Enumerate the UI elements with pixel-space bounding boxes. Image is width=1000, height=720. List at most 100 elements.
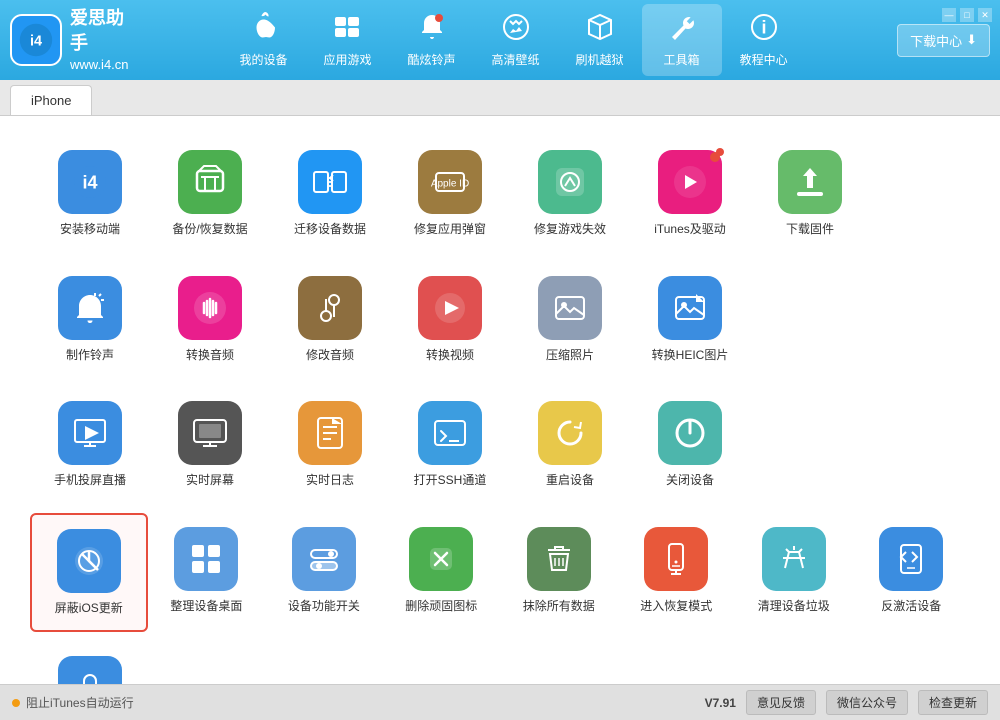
tool-wipe-all-data[interactable]: 抹除所有数据 [500,513,617,633]
tool-convert-video[interactable]: 转换视频 [390,262,510,378]
tool-row-3: 手机投屏直播 实时屏幕 实时日志 打开SSH通道 [30,387,970,503]
feedback-button[interactable]: 意见反馈 [746,690,816,715]
apple-icon [248,12,278,49]
nav-jailbreak[interactable]: 刷机越狱 [558,4,642,76]
logo: i4 爱思助手 www.i4.cn [10,6,140,75]
tool-download-fw[interactable]: 下载固件 [750,136,870,252]
tool-make-ringtone[interactable]: 制作铃声 [30,262,150,378]
access-limit-icon [58,656,122,684]
tool-compress-photo[interactable]: 压缩照片 [510,262,630,378]
tab-iphone[interactable]: iPhone [10,85,92,115]
deactivate-icon [879,527,943,591]
nav-ringtones[interactable]: 酷炫铃声 [390,4,474,76]
nav-wallpaper[interactable]: 高清壁纸 [474,4,558,76]
status-dot [12,699,20,707]
tool-real-screen[interactable]: 实时屏幕 [150,387,270,503]
convert-audio-icon [178,276,242,340]
tool-shutdown-device[interactable]: 关闭设备 [630,387,750,503]
wipe-all-data-icon [527,527,591,591]
organize-desktop-icon [174,527,238,591]
tool-organize-desktop[interactable]: 整理设备桌面 [148,513,265,633]
logo-text: 爱思助手 www.i4.cn [70,6,140,75]
info-icon: i [749,12,779,49]
compress-photo-icon [538,276,602,340]
footer-status-text: 阻止iTunes自动运行 [26,694,134,711]
fix-popup-icon: Apple ID [418,150,482,214]
tool-screen-cast[interactable]: 手机投屏直播 [30,387,150,503]
tool-migrate-data[interactable]: 迁移设备数据 [270,136,390,252]
tool-ssh-channel[interactable]: 打开SSH通道 [390,387,510,503]
block-ios-update-icon [57,529,121,593]
nav-items: 我的设备 应用游戏 酷炫铃声 高清壁纸 [140,4,887,76]
footer-version: V7.91 [705,696,736,710]
recovery-mode-icon [644,527,708,591]
main-content: i4 安装移动端 备份/恢复数据 迁移设备数据 App [0,116,1000,684]
footer-left: 阻止iTunes自动运行 [12,694,695,711]
tool-delete-stubborn[interactable]: 删除顽固图标 [383,513,500,633]
tool-fix-popup[interactable]: Apple ID 修复应用弹窗 [390,136,510,252]
real-screen-icon [178,401,242,465]
download-center-button[interactable]: 下载中心 ⬇ [897,24,990,57]
logo-icon: i4 [10,14,62,66]
tool-install-app[interactable]: i4 安装移动端 [30,136,150,252]
nav-toolbox[interactable]: 工具箱 [642,4,722,76]
footer: 阻止iTunes自动运行 V7.91 意见反馈 微信公众号 检查更新 [0,684,1000,720]
ssh-channel-icon [418,401,482,465]
migrate-data-icon [298,150,362,214]
clean-junk-icon [762,527,826,591]
backup-restore-icon [178,150,242,214]
nav-app-games[interactable]: 应用游戏 [306,4,390,76]
tool-recovery-mode[interactable]: 进入恢复模式 [618,513,735,633]
svg-text:i4: i4 [82,173,97,193]
fix-game-icon [538,150,602,214]
window-controls: — □ ✕ [942,8,992,22]
header: — □ ✕ i4 爱思助手 www.i4.cn 我的设备 [0,0,1000,80]
download-fw-icon [778,150,842,214]
make-ringtone-icon [58,276,122,340]
tool-row-1: i4 安装移动端 备份/恢复数据 迁移设备数据 App [30,136,970,252]
real-log-icon [298,401,362,465]
tool-fix-game[interactable]: 修复游戏失效 [510,136,630,252]
tool-block-ios-update[interactable]: 屏蔽iOS更新 [30,513,148,633]
check-update-button[interactable]: 检查更新 [918,690,988,715]
close-icon[interactable]: ✕ [978,8,992,22]
maximize-icon[interactable]: □ [960,8,974,22]
wechat-button[interactable]: 微信公众号 [826,690,908,715]
tool-device-toggles[interactable]: 设备功能开关 [265,513,382,633]
device-toggles-icon [292,527,356,591]
nav-my-device[interactable]: 我的设备 [221,4,305,76]
install-app-icon: i4 [58,150,122,214]
svg-text:Apple ID: Apple ID [431,179,469,190]
screen-cast-icon [58,401,122,465]
minimize-icon[interactable]: — [942,8,956,22]
tool-itunes-driver[interactable]: iTunes及驱动 [630,136,750,252]
itunes-driver-icon [658,150,722,214]
logo-svg: i4 [18,22,54,58]
wrench-icon [667,12,697,49]
shutdown-device-icon [658,401,722,465]
box-icon [585,12,615,49]
tool-real-log[interactable]: 实时日志 [270,387,390,503]
edit-audio-icon [298,276,362,340]
header-right: 下载中心 ⬇ [897,24,990,57]
tool-clean-junk[interactable]: 清理设备垃圾 [735,513,852,633]
nav-tutorials[interactable]: i 教程中心 [722,4,806,76]
svg-text:i: i [761,17,766,37]
tool-edit-audio[interactable]: 修改音频 [270,262,390,378]
tool-convert-heic[interactable]: 转换HEIC图片 [630,262,750,378]
tool-access-limit[interactable]: 访问限制 [30,642,150,684]
wallpaper-icon [501,12,531,49]
svg-text:i4: i4 [30,34,42,50]
tab-bar: iPhone [0,80,1000,116]
delete-stubborn-icon [409,527,473,591]
tool-row-4: 屏蔽iOS更新 整理设备桌面 设备功能开关 删除顽固 [30,513,970,633]
notification-dot [710,152,720,162]
tool-row-2: 制作铃声 转换音频 修改音频 转换视频 [30,262,970,378]
app-icon [333,12,363,49]
tool-reboot-device[interactable]: 重启设备 [510,387,630,503]
bell-icon [417,12,447,49]
tool-backup-restore[interactable]: 备份/恢复数据 [150,136,270,252]
convert-video-icon [418,276,482,340]
tool-convert-audio[interactable]: 转换音频 [150,262,270,378]
tool-deactivate[interactable]: 反激活设备 [853,513,970,633]
